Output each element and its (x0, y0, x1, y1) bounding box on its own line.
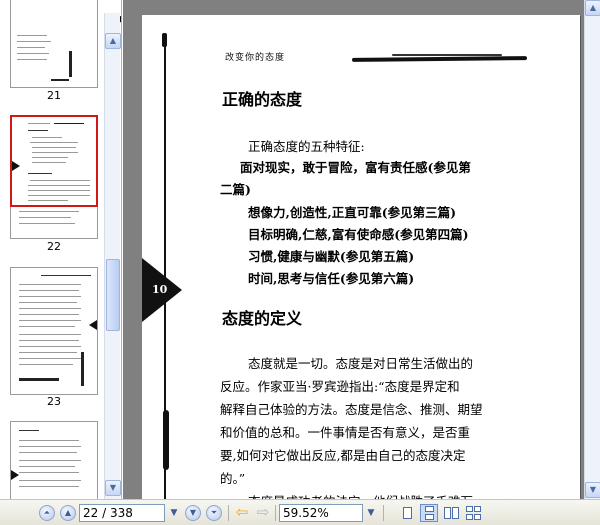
section-heading: 正确的态度 (222, 90, 303, 109)
brush-stroke (163, 410, 169, 470)
chevron-down-icon[interactable]: ▼ (364, 505, 378, 521)
document-page: 改变你的态度 正确的态度 正确态度的五种特征: 面对现实，敢于冒险，富有责任感(… (142, 15, 580, 499)
document-viewport[interactable]: 改变你的态度 正确的态度 正确态度的五种特征: 面对现实，敢于冒险，富有责任感(… (123, 0, 584, 499)
zoom-level-field[interactable]: 59.52% (279, 504, 363, 522)
thumbnail-page-24[interactable] (10, 421, 98, 499)
paragraph-line: 态度就是一切。态度是对日常生活做出的 (248, 356, 474, 371)
section-heading: 态度的定义 (222, 309, 303, 328)
previous-page-icon[interactable]: ▲ (60, 505, 76, 521)
paragraph-line: 要,如何对它做出反应,都是由自己的态度决定 (220, 448, 466, 463)
thumbnail-label: 21 (47, 89, 61, 102)
last-page-icon[interactable]: ⏷ (206, 505, 222, 521)
thumbnail-scroll-thumb[interactable] (106, 259, 120, 331)
paragraph-line: 和价值的总和。一件事情是否有意义，是否重 (220, 425, 471, 440)
forward-arrow-icon[interactable]: ⇨ (254, 505, 272, 521)
running-head: 改变你的态度 (225, 53, 286, 63)
paragraph-line: 想像力,创造性,正直可靠(参见第三篇) (248, 205, 457, 220)
thumbnail-page-22-continued (10, 207, 98, 239)
thumbnail-label: 23 (47, 395, 61, 408)
continuous-facing-view-icon[interactable] (464, 504, 482, 522)
paragraph-line: 正确态度的五种特征: (248, 139, 365, 154)
paragraph-line: 解释自己体验的方法。态度是信念、推测、期望 (220, 402, 483, 417)
facing-view-icon[interactable] (442, 504, 460, 522)
thumbnail-page-23[interactable] (10, 267, 98, 395)
thumbnail-page-22[interactable] (10, 115, 98, 207)
continuous-view-icon[interactable] (420, 504, 438, 522)
thumbnail-page-21[interactable] (10, 0, 98, 88)
document-scrollbar[interactable]: ▲ ▼ (584, 0, 600, 499)
scroll-up-icon[interactable]: ▲ (585, 0, 600, 16)
next-page-icon[interactable]: ▼ (185, 505, 201, 521)
paragraph-line: 二篇) (220, 182, 251, 197)
thumbnail-label: 22 (47, 240, 61, 253)
thumbnail-scrollbar[interactable]: ▲ ▼ (104, 13, 121, 499)
first-page-icon[interactable]: ⏶ (39, 505, 55, 521)
thumbnail-pane: ◀◀ 21 22 (0, 0, 122, 499)
paragraph-line: 的。” (220, 471, 246, 486)
brush-stroke (351, 56, 528, 62)
scroll-down-icon[interactable]: ▼ (585, 482, 600, 498)
scroll-down-icon[interactable]: ▼ (105, 480, 121, 496)
single-page-view-icon[interactable] (398, 504, 416, 522)
navigation-toolbar: ⏶ ▲ 22 / 338 ▼ ▼ ⏷ ⇦ ⇨ 59.52% ▼ (0, 499, 600, 525)
scroll-up-icon[interactable]: ▲ (105, 33, 121, 49)
page-number-field[interactable]: 22 / 338 (79, 504, 165, 522)
paragraph-line: 反应。作家亚当·罗宾逊指出:“态度是界定和 (220, 379, 460, 394)
paragraph-line: 目标明确,仁慈,富有使命感(参见第四篇) (248, 227, 469, 242)
chapter-number: 10 (152, 283, 168, 296)
paragraph-line: 面对现实，敢于冒险，富有责任感(参见第 (240, 160, 471, 175)
paragraph-line: 习惯,健康与幽默(参见第五篇) (248, 249, 415, 264)
paragraph-line: 时间,思考与信任(参见第六篇) (248, 271, 415, 286)
paragraph-line: 态度是成功者的法宝。他们战胜了千难万 (248, 491, 473, 499)
chevron-down-icon[interactable]: ▼ (167, 505, 181, 521)
back-arrow-icon[interactable]: ⇦ (233, 505, 251, 521)
